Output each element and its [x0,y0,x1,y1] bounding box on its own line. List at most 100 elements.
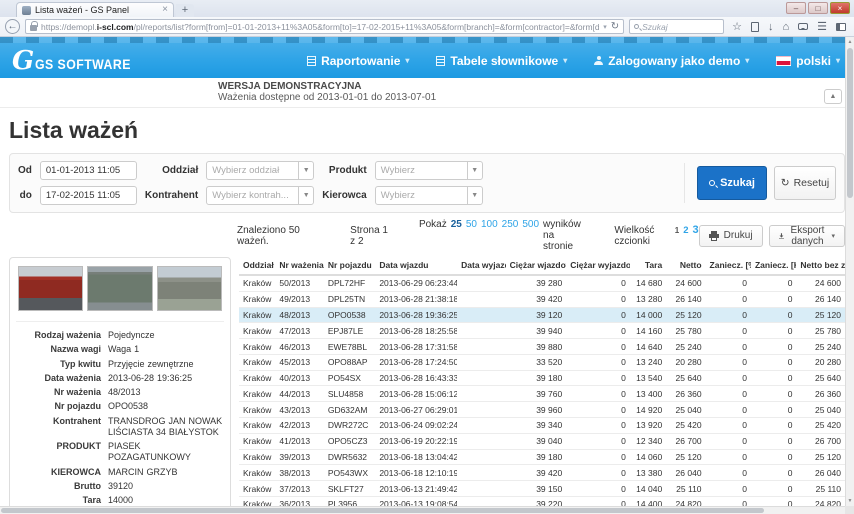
product-select[interactable]: Wybierz▼ [375,161,483,180]
column-header-1[interactable]: Oddział [239,257,275,275]
column-header-3[interactable]: Nr pojazdu [324,257,376,275]
downloads-icon[interactable]: ↓ [768,20,774,34]
download-icon [779,231,784,241]
reload-icon[interactable]: ↻ [611,22,619,32]
scroll-up-icon[interactable]: ▲ [846,39,854,45]
chevron-down-icon[interactable]: ▼ [467,162,482,179]
navbar-item-label: polski [796,54,831,68]
table-cell: 0 [706,291,751,307]
table-row[interactable]: Kraków44/2013SLU48582013-06-28 15:06:123… [239,386,845,402]
column-header-12[interactable]: Netto bez zaniecz. [796,257,845,275]
horizontal-scroll-thumb[interactable] [1,508,764,513]
chevron-down-icon[interactable]: ▼ [467,187,482,204]
chevron-down-icon[interactable]: ▼ [298,162,313,179]
browser-tab-bar: Lista ważeń - GS Panel × + – □ × [0,0,854,17]
new-tab-button[interactable]: + [176,4,194,17]
bookmarks-panel-icon[interactable] [751,22,759,32]
contractor-select[interactable]: Wybierz kontrah...▼ [206,186,314,205]
column-header-10[interactable]: Zaniecz. [%] [706,257,751,275]
table-row[interactable]: Kraków42/2013DWR272C2013-06-24 09:02:243… [239,418,845,434]
weighings-table-wrap: OddziałNr ważeniaNr pojazduData wjazduDa… [239,257,845,514]
gs-software-logo[interactable]: G GS SOFTWARE [12,50,144,72]
font-size-2[interactable]: 2 [683,225,688,236]
navbar-item-tabele-s-ownikowe[interactable]: Tabele słownikowe▾ [436,54,567,68]
table-row[interactable]: Kraków39/2013DWR56322013-06-18 13:04:423… [239,449,845,465]
navbar-item-polski[interactable]: polski▾ [776,54,840,68]
url-bar[interactable]: https://demopl.i-scl.com/pl/reports/list… [25,19,624,34]
home-icon[interactable]: ⌂ [782,20,789,34]
vehicle-photo-rear[interactable] [157,266,222,311]
table-icon [436,56,445,66]
date-to-input[interactable]: 17-02-2015 11:05 [40,186,137,205]
table-row[interactable]: Kraków38/2013PO543WX2013-06-18 12:10:193… [239,465,845,481]
table-row[interactable]: Kraków40/2013PO54SX2013-06-28 16:43:3339… [239,370,845,386]
window-close-button[interactable]: × [830,2,850,14]
page-size-50[interactable]: 50 [466,219,477,230]
table-row[interactable]: Kraków45/2013OPO88AP2013-06-28 17:24:503… [239,354,845,370]
hello-chat-icon[interactable] [798,23,808,30]
table-row[interactable]: Kraków50/2013DPL72HF2013-06-29 06:23:443… [239,275,845,291]
driver-select[interactable]: Wybierz▼ [375,186,483,205]
menu-hamburger-icon[interactable]: ☰ [817,20,827,34]
table-row[interactable]: Kraków46/2013EWE78BL2013-06-28 17:31:583… [239,339,845,355]
table-row[interactable]: Kraków49/2013DPL25TN2013-06-28 21:38:183… [239,291,845,307]
search-button[interactable]: Szukaj [697,166,767,200]
branch-select[interactable]: Wybierz oddział▼ [206,161,314,180]
navbar-item-raportowanie[interactable]: Raportowanie▾ [307,54,409,68]
column-header-6[interactable]: Ciężar wjazdowy [506,257,567,275]
sidebar-toggle-icon[interactable] [836,23,846,31]
back-button[interactable]: ← [5,19,20,34]
column-header-2[interactable]: Nr ważenia [275,257,323,275]
table-cell: 0 [566,481,630,497]
table-row[interactable]: Kraków48/2013OPO05382013-06-28 19:36:253… [239,307,845,323]
table-cell: 0 [566,402,630,418]
table-cell: Kraków [239,354,275,370]
table-cell: 2013-06-27 06:29:01 [375,402,457,418]
browser-search-input[interactable]: Szukaj [629,19,724,34]
table-cell: Kraków [239,291,275,307]
table-cell: 0 [751,339,796,355]
page-size-250[interactable]: 250 [502,219,519,230]
column-header-4[interactable]: Data wjazdu [375,257,457,275]
page-size-500[interactable]: 500 [522,219,539,230]
font-size-1[interactable]: 1 [675,226,679,235]
scroll-down-icon[interactable]: ▼ [846,498,854,504]
table-cell: 0 [566,370,630,386]
vehicle-photo-bed[interactable] [87,266,152,311]
column-header-9[interactable]: Netto [666,257,705,275]
vertical-scrollbar[interactable]: ▲ ▼ [845,37,854,506]
column-header-5[interactable]: Data wyjazdu [457,257,505,275]
window-minimize-button[interactable]: – [786,2,806,14]
page-size-25[interactable]: 25 [451,219,462,230]
page-size-100[interactable]: 100 [481,219,498,230]
bookmark-star-icon[interactable]: ☆ [732,20,742,34]
chevron-down-icon[interactable]: ▼ [298,187,313,204]
browser-tab[interactable]: Lista ważeń - GS Panel × [16,2,174,17]
collapse-panel-button[interactable]: ▲ [824,89,842,104]
horizontal-scrollbar[interactable] [0,506,845,514]
column-header-11[interactable]: Zaniecz. [Kg] [751,257,796,275]
navbar-item-zalogowany-jako-demo[interactable]: Zalogowany jako demo▾ [594,54,749,68]
vertical-scroll-thumb[interactable] [847,48,853,198]
table-row[interactable]: Kraków43/2013GD632AM2013-06-27 06:29:013… [239,402,845,418]
window-maximize-button[interactable]: □ [808,2,828,14]
table-row[interactable]: Kraków37/2013SKLFT272013-06-13 21:49:423… [239,481,845,497]
date-from-input[interactable]: 01-01-2013 11:05 [40,161,137,180]
table-cell [457,386,505,402]
export-button[interactable]: Eksport danych ▾ [769,225,845,247]
column-header-8[interactable]: Tara [630,257,666,275]
reset-button[interactable]: ↻Resetuj [774,166,836,200]
table-cell: 26 040 [666,465,705,481]
url-dropdown-icon[interactable]: ▾ [603,23,607,31]
column-header-7[interactable]: Ciężar wyjazdowy [566,257,630,275]
vehicle-photo-front[interactable] [18,266,83,311]
table-cell: 39 340 [506,418,567,434]
table-cell: Kraków [239,402,275,418]
table-row[interactable]: Kraków41/2013OPO5CZ32013-06-19 20:22:193… [239,433,845,449]
tab-close-icon[interactable]: × [162,6,168,14]
table-cell: 0 [566,323,630,339]
print-button[interactable]: Drukuj [699,225,763,247]
table-row[interactable]: Kraków47/2013EPJ87LE2013-06-28 18:25:583… [239,323,845,339]
table-cell: 0 [751,465,796,481]
table-cell: 2013-06-28 16:43:33 [375,370,457,386]
